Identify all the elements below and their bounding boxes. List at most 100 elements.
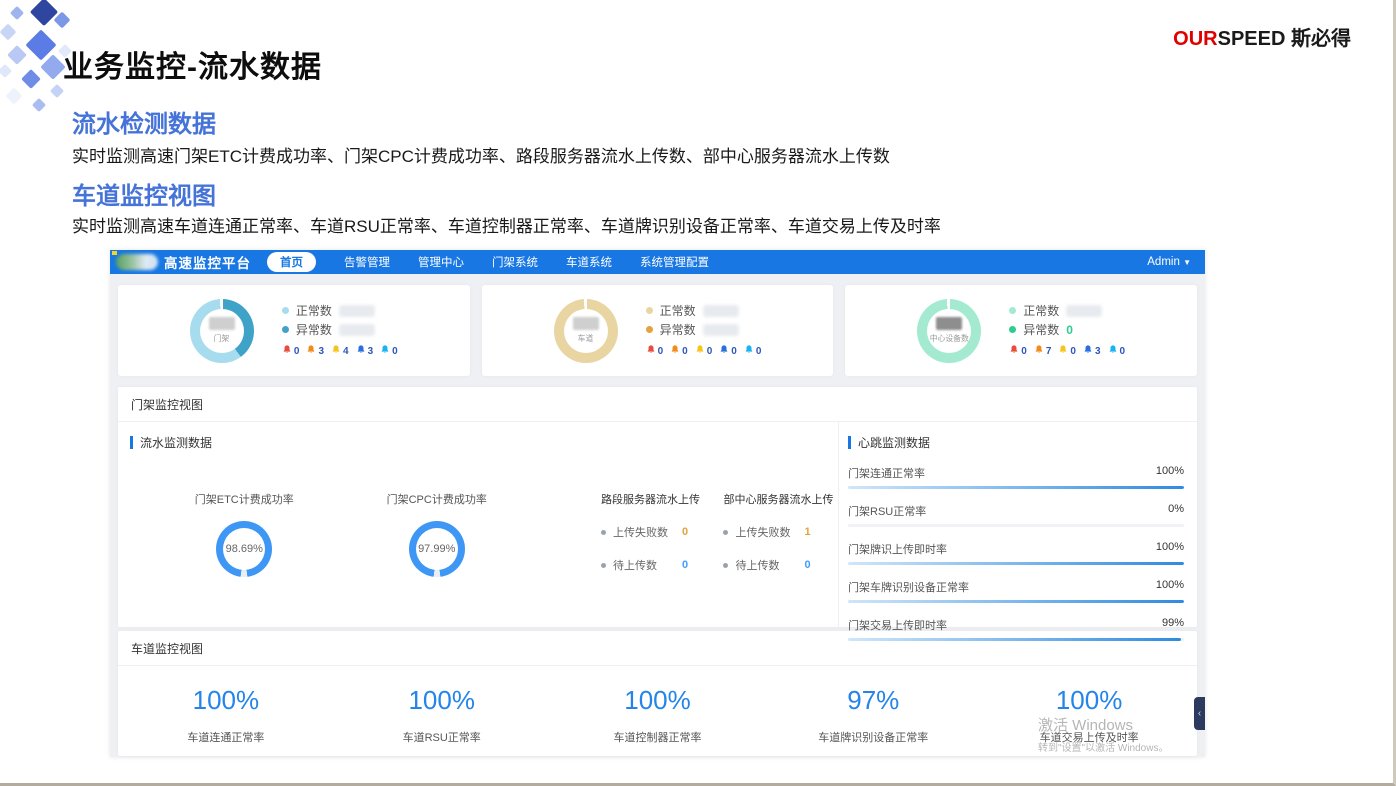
diamond-shape [40, 54, 65, 79]
upload-item: 待上传数 0 [723, 557, 838, 573]
section-heading-flow: 流水检测数据 [72, 104, 216, 139]
diamond-shape [10, 6, 24, 20]
chevron-left-icon: ‹ [1198, 708, 1201, 719]
legend-label: 正常数 [296, 302, 332, 319]
diamond-shape [7, 45, 27, 65]
legend-label: 异常数 [296, 321, 332, 338]
progress-bar [848, 524, 1184, 527]
upload-title: 部中心服务器流水上传 [723, 491, 838, 507]
page-title: 业务监控-流水数据 [63, 42, 322, 86]
alert-bell-icon: 0 [1108, 342, 1126, 360]
bullet-dot [601, 563, 606, 568]
alert-bell-icon: 7 [1034, 342, 1052, 360]
dashboard-screenshot: 高速监控平台 首页 告警管理 管理中心 门架系统 车道系统 系统管理配置 Adm… [110, 250, 1205, 757]
heartbeat-row: 门架交易上传即时率99% [848, 617, 1184, 641]
user-menu[interactable]: Admin ▼ [1147, 256, 1191, 268]
nav-item-lane[interactable]: 车道系统 [566, 254, 612, 270]
nav-item-sys-config[interactable]: 系统管理配置 [640, 254, 709, 270]
accent-bar [848, 436, 851, 449]
donut-center-label: 中心设备数 [930, 332, 969, 343]
alert-bells-row: 0 0 0 0 0 [646, 342, 762, 360]
nav-item-alarm[interactable]: 告警管理 [344, 254, 390, 270]
alert-bells-row: 0 7 0 3 0 [1009, 342, 1125, 360]
metric-label: 车道交易上传及时率 [981, 729, 1197, 745]
legend-value: 0 [1066, 323, 1073, 337]
gauge-value: 97.99% [418, 543, 455, 555]
card-legend: 正常数 异常数 0 0 7 0 3 0 [1009, 301, 1125, 360]
card-legend: 正常数 异常数 0 0 0 0 0 [646, 301, 762, 360]
metric-label: 车道连通正常率 [118, 729, 334, 745]
logo-speck [112, 251, 117, 255]
progress-bar [848, 562, 1184, 565]
nav-item-gantry[interactable]: 门架系统 [492, 254, 538, 270]
censored-value [339, 305, 375, 317]
legend-row-abnormal: 异常数 [282, 320, 398, 339]
user-name: Admin [1147, 256, 1180, 268]
upload-item: 上传失败数 1 [723, 524, 838, 540]
legend-row-normal: 正常数 [282, 301, 398, 320]
gauge-ring: 98.69% [216, 521, 272, 577]
progress-bar [848, 638, 1184, 641]
app-logo [116, 254, 158, 270]
diamond-shape [6, 88, 23, 105]
section-desc-lane: 实时监测高速车道连通正常率、车道RSU正常率、车道控制器正常率、车道牌识别设备正… [72, 212, 941, 237]
alert-bell-icon: 0 [695, 342, 713, 360]
collapse-panel-button[interactable]: ‹ [1194, 697, 1205, 730]
app-title: 高速监控平台 [164, 252, 251, 272]
legend-dot [282, 307, 289, 314]
censored-value [209, 317, 235, 330]
gauge-label: 门架CPC计费成功率 [340, 491, 532, 507]
gauge-cpc: 门架CPC计费成功率 97.99% [340, 491, 532, 577]
bullet-dot [723, 530, 728, 535]
legend-row-abnormal: 异常数 0 [1009, 320, 1125, 339]
alert-bell-icon: 3 [306, 342, 324, 360]
brand-part-speed: SPEED [1218, 28, 1286, 50]
lane-metric: 100% 车道控制器正常率 [550, 666, 766, 745]
stat-cards-row: 门架 正常数 异常数 [118, 285, 1197, 376]
donut-center-label: 车道 [578, 332, 594, 343]
alert-bell-icon: 0 [380, 342, 398, 360]
alert-bell-icon: 0 [670, 342, 688, 360]
upload-item: 上传失败数 0 [601, 524, 716, 540]
nav-item-home[interactable]: 首页 [267, 252, 316, 272]
donut-chart-gantry: 门架 [190, 299, 254, 363]
brand-part-our: OUR [1173, 28, 1217, 50]
upload-item: 待上传数 0 [601, 557, 716, 573]
slide: 业务监控-流水数据 OURSPEED 斯必得 流水检测数据 实时监测高速门架ET… [0, 0, 1396, 786]
brand-part-cn: 斯必得 [1285, 28, 1351, 50]
diamond-shape [21, 69, 41, 89]
chevron-down-icon: ▼ [1183, 258, 1191, 267]
alert-bell-icon: 0 [1009, 342, 1027, 360]
dashboard-body: 门架 正常数 异常数 [110, 274, 1205, 756]
censored-value [936, 317, 962, 330]
alert-bells-row: 0 3 4 3 0 [282, 342, 398, 360]
donut-chart-center-devices: 中心设备数 [917, 299, 981, 363]
alert-bell-icon: 3 [1083, 342, 1101, 360]
donut-center: 车道 [564, 309, 608, 353]
lane-metric: 100% 车道RSU正常率 [334, 666, 550, 745]
diamond-shape [30, 0, 58, 26]
donut-center: 中心设备数 [927, 309, 971, 353]
nav-item-admin-center[interactable]: 管理中心 [418, 254, 464, 270]
gauge-value: 98.69% [226, 543, 263, 555]
diamond-shape [0, 24, 16, 41]
legend-dot [1009, 307, 1016, 314]
upload-stats-road: 路段服务器流水上传 上传失败数 0 待上传数 0 [601, 491, 716, 577]
lane-monitor-panel: 车道监控视图 100% 车道连通正常率 100% 车道RSU正常率 100% 车… [118, 631, 1197, 756]
alert-bell-icon: 0 [282, 342, 300, 360]
heartbeat-row: 门架连通正常率100% [848, 465, 1184, 489]
gauge-label: 门架ETC计费成功率 [148, 491, 340, 507]
stat-card-center-devices: 中心设备数 正常数 异常数 0 [845, 285, 1197, 376]
censored-value [1066, 305, 1102, 317]
upload-stats-ministry: 部中心服务器流水上传 上传失败数 1 待上传数 0 [723, 491, 838, 577]
censored-value [703, 324, 739, 336]
alert-bell-icon: 4 [331, 342, 349, 360]
alert-bell-icon: 0 [744, 342, 762, 360]
heartbeat-monitor-section: 心跳监测数据 门架连通正常率100% 门架RSU正常率0% 门架牌识上传即时率1… [838, 422, 1197, 627]
legend-row-abnormal: 异常数 [646, 320, 762, 339]
bullet-dot [723, 563, 728, 568]
metric-value: 100% [981, 685, 1197, 716]
heartbeat-row: 门架车牌识别设备正常率100% [848, 579, 1184, 603]
alert-bell-icon: 0 [719, 342, 737, 360]
legend-row-normal: 正常数 [1009, 301, 1125, 320]
